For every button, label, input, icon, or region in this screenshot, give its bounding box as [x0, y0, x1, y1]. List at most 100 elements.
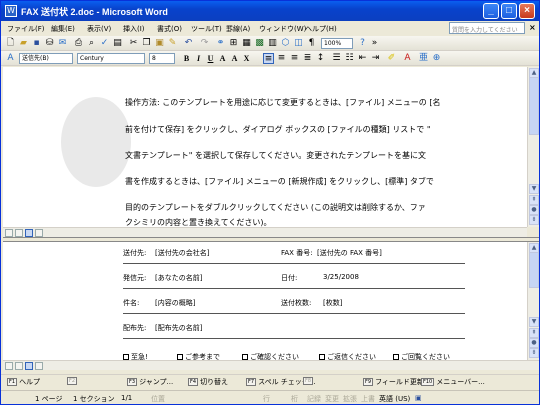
fkey-f3[interactable]: F3 ジャンプ...: [127, 377, 173, 387]
spelling-icon[interactable]: ✓: [99, 38, 110, 49]
format-painter-icon[interactable]: ✎: [167, 38, 178, 49]
scroll-thumb[interactable]: [529, 77, 539, 135]
title-bar[interactable]: W FAX 送付状 2.doc - Microsoft Word _ □ ×: [1, 1, 539, 21]
fkey-f4[interactable]: F4 切り替え: [188, 377, 228, 387]
fkey-f8[interactable]: F8: [303, 377, 315, 385]
outline-view-icon[interactable]: [35, 229, 43, 237]
subject-field[interactable]: [内容の概略]: [155, 298, 195, 308]
normal-view-icon[interactable]: [5, 229, 13, 237]
justify-icon[interactable]: ≡: [263, 53, 274, 64]
normal-view-icon[interactable]: [5, 362, 13, 370]
status-ext[interactable]: 拡張: [343, 394, 357, 404]
to-field[interactable]: [送付先の会社名]: [155, 248, 209, 258]
zoom-select[interactable]: 100%: [321, 38, 353, 49]
menu-format[interactable]: 書式(O): [157, 24, 182, 34]
insert-table-icon[interactable]: ▦: [241, 38, 252, 49]
menu-view[interactable]: 表示(V): [87, 24, 111, 34]
hyperlink-icon[interactable]: ⚭: [215, 38, 226, 49]
document-pane-bottom[interactable]: 送付先: [送付先の会社名] FAX 番号: [送付先の FAX 番号] 発信元…: [3, 242, 527, 360]
numbering-icon[interactable]: ☰: [331, 53, 342, 64]
tables-borders-icon[interactable]: ⊞: [228, 38, 239, 49]
align-center-icon[interactable]: ≡: [276, 53, 287, 64]
pages-field[interactable]: [枚数]: [323, 298, 342, 308]
status-ovr[interactable]: 上書: [361, 394, 375, 404]
maximize-button[interactable]: □: [501, 3, 517, 19]
char-border-button[interactable]: A: [217, 53, 228, 64]
outline-view-icon[interactable]: [35, 362, 43, 370]
research-icon[interactable]: ▤: [112, 38, 123, 49]
font-size-select[interactable]: 8: [149, 53, 175, 64]
status-trk[interactable]: 変更: [325, 394, 339, 404]
permission-icon[interactable]: ⛁: [44, 38, 55, 49]
previous-page-button[interactable]: ⇞: [529, 328, 539, 338]
document-close-icon[interactable]: ×: [529, 23, 536, 32]
print-icon[interactable]: ⎙: [73, 38, 84, 49]
style-select[interactable]: 送信先(B): [19, 53, 73, 64]
print-layout-icon[interactable]: [25, 229, 33, 237]
help-icon[interactable]: ?: [357, 38, 368, 49]
next-page-button[interactable]: ⇟: [529, 215, 539, 225]
vertical-scrollbar-bottom[interactable]: ▲ ▼ ⇞ ● ⇟: [527, 242, 539, 360]
fkey-f2[interactable]: F2: [67, 377, 79, 385]
menu-window[interactable]: ウィンドウ(W): [259, 24, 306, 34]
menu-edit[interactable]: 編集(E): [51, 24, 75, 34]
minimize-button[interactable]: _: [483, 3, 499, 19]
scroll-down-button[interactable]: ▼: [529, 317, 539, 327]
paste-icon[interactable]: ▣: [154, 38, 165, 49]
char-scaling-button[interactable]: X: [241, 53, 252, 64]
fkey-f9[interactable]: F9 フィールド更新: [363, 377, 424, 387]
browse-object-button[interactable]: ●: [529, 338, 539, 348]
menu-tools[interactable]: ツール(T): [191, 24, 222, 34]
columns-icon[interactable]: ▥: [267, 38, 278, 49]
close-button[interactable]: ×: [519, 3, 535, 19]
bold-button[interactable]: B: [181, 53, 192, 64]
email-icon[interactable]: ✉: [57, 38, 68, 49]
status-rec[interactable]: 記録: [307, 394, 321, 404]
toolbar-options-icon[interactable]: »: [369, 38, 380, 49]
drawing-icon[interactable]: ⬡: [280, 38, 291, 49]
help-question-input[interactable]: 質問を入力してください: [449, 22, 525, 34]
open-icon[interactable]: ▰: [18, 38, 29, 49]
word-app-icon[interactable]: W: [5, 5, 17, 17]
bullets-icon[interactable]: ☷: [344, 53, 355, 64]
fax-field[interactable]: [送付先の FAX 番号]: [317, 248, 382, 258]
document-pane-top[interactable]: 操作方法: このテンプレートを用途に応じて変更するときは、[ファイル] メニュー…: [3, 67, 527, 227]
save-icon[interactable]: ▪: [31, 38, 42, 49]
show-hide-icon[interactable]: ¶: [306, 38, 317, 49]
copy-icon[interactable]: ❐: [141, 38, 152, 49]
menu-insert[interactable]: 挿入(I): [123, 24, 145, 34]
underline-button[interactable]: U: [205, 53, 216, 64]
enclose-characters-icon[interactable]: ⊕: [431, 53, 442, 64]
align-right-icon[interactable]: ≡: [289, 53, 300, 64]
document-map-icon[interactable]: ◫: [293, 38, 304, 49]
browse-object-button[interactable]: ●: [529, 205, 539, 215]
char-shading-button[interactable]: A: [229, 53, 240, 64]
redo-icon[interactable]: ↷: [199, 38, 210, 49]
undo-icon[interactable]: ↶: [183, 38, 194, 49]
increase-indent-icon[interactable]: ⇥: [370, 53, 381, 64]
previous-page-button[interactable]: ⇞: [529, 195, 539, 205]
web-layout-icon[interactable]: [15, 229, 23, 237]
next-page-button[interactable]: ⇟: [529, 348, 539, 358]
highlight-icon[interactable]: ✐: [386, 53, 397, 64]
decrease-indent-icon[interactable]: ⇤: [357, 53, 368, 64]
from-field[interactable]: [あなたの名前]: [155, 273, 202, 283]
spelling-status-icon[interactable]: ▣: [415, 394, 422, 402]
font-color-icon[interactable]: A: [402, 53, 413, 64]
menu-table[interactable]: 罫線(A): [226, 24, 250, 34]
font-select[interactable]: Century: [77, 53, 145, 64]
cut-icon[interactable]: ✂: [128, 38, 139, 49]
web-layout-icon[interactable]: [15, 362, 23, 370]
vertical-scrollbar-top[interactable]: ▲ ▼ ⇞ ● ⇟: [527, 67, 539, 227]
italic-button[interactable]: I: [193, 53, 204, 64]
fkey-f10[interactable]: F10 メニューバー...: [421, 377, 485, 387]
menu-file[interactable]: ファイル(F): [7, 24, 45, 34]
new-document-icon[interactable]: 🗋: [5, 38, 16, 49]
phonetic-guide-icon[interactable]: 亜: [418, 53, 429, 64]
cc-field[interactable]: [配布先の名前]: [155, 323, 202, 333]
distributed-icon[interactable]: ≣: [302, 53, 313, 64]
insert-excel-icon[interactable]: ▩: [254, 38, 265, 49]
styles-pane-icon[interactable]: A: [5, 53, 16, 64]
print-layout-icon[interactable]: [25, 362, 33, 370]
menu-help[interactable]: ヘルプ(H): [305, 24, 337, 34]
